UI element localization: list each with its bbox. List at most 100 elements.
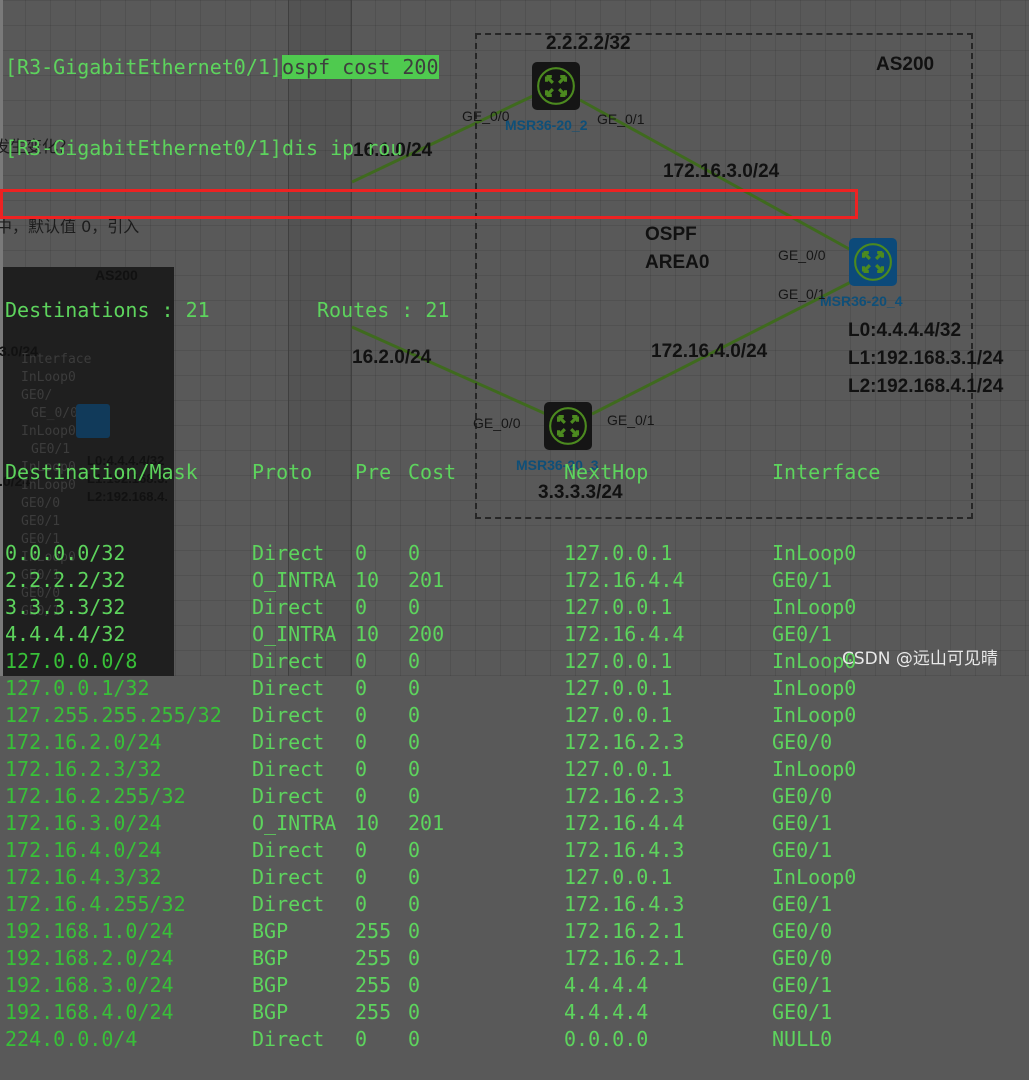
command-line: [R3-GigabitEthernet0/1]ospf cost 200 (5, 54, 439, 81)
cell-destination: 172.16.2.0/24 (5, 730, 162, 754)
cell-cost: 0 (408, 784, 421, 808)
port-label: GE_0/1 (607, 412, 655, 428)
command-line: [R3-GigabitEthernet0/1]dis ip rou (5, 135, 439, 162)
cell-interface: GE0/1 (772, 568, 833, 592)
cell-nexthop: 172.16.2.1 (564, 919, 685, 943)
port-label: GE_0/0 (473, 415, 521, 431)
cell-proto: O_INTRA (252, 568, 337, 592)
table-row: 3.3.3.3/32 Direct 0 0 127.0.0.1 InLoop0 (5, 594, 856, 621)
cell-destination: 172.16.4.3/32 (5, 865, 162, 889)
port-label: GE_0/1 (597, 111, 645, 127)
cell-interface: InLoop0 (772, 676, 857, 700)
cell-cost: 0 (408, 892, 421, 916)
cli-command: dis ip rou (281, 136, 403, 160)
port-label: GE_0/0 (462, 108, 510, 124)
cell-destination: 192.168.1.0/24 (5, 919, 174, 943)
cell-nexthop: 127.0.0.1 (564, 865, 673, 889)
as-label: AS200 (876, 54, 935, 75)
cell-pre: 255 (355, 919, 392, 943)
table-row: 224.0.0.0/4 Direct 0 0 0.0.0.0 NULL0 (5, 1026, 832, 1053)
cell-cost: 0 (408, 973, 421, 997)
port-label: GE_0/0 (778, 247, 826, 263)
cell-interface: GE0/1 (772, 1000, 833, 1024)
cell-destination: 127.0.0.0/8 (5, 649, 138, 673)
cell-proto: Direct (252, 1027, 325, 1051)
cell-interface: InLoop0 (772, 703, 857, 727)
table-row: 192.168.4.0/24 BGP 255 0 4.4.4.4 GE0/1 (5, 999, 832, 1026)
cell-destination: 172.16.4.255/32 (5, 892, 186, 916)
router-msr36-20-2[interactable] (532, 62, 580, 110)
cell-pre: 0 (355, 892, 368, 916)
terminal-output: [R3-GigabitEthernet0/1]ospf cost 200 [R3… (5, 0, 880, 1080)
cell-proto: Direct (252, 676, 325, 700)
cell-destination: 192.168.4.0/24 (5, 1000, 174, 1024)
cell-cost: 0 (408, 838, 421, 862)
table-row-highlighted: 2.2.2.2/32 O_INTRA 10 201 172.16.4.4 GE0/1 (5, 567, 832, 594)
cell-nexthop: 127.0.0.1 (564, 703, 673, 727)
cell-nexthop: 172.16.2.1 (564, 946, 685, 970)
table-row: 0.0.0.0/32 Direct 0 0 127.0.0.1 InLoop0 (5, 540, 856, 567)
cell-cost: 0 (408, 730, 421, 754)
cell-nexthop: 172.16.4.4 (564, 568, 685, 592)
highlight-box (0, 189, 858, 219)
cell-destination: 0.0.0.0/32 (5, 541, 126, 565)
router-msr36-20-4[interactable] (849, 238, 897, 286)
cell-cost: 0 (408, 649, 421, 673)
cell-nexthop: 172.16.2.3 (564, 784, 685, 808)
table-row: 192.168.2.0/24 BGP 255 0 172.16.2.1 GE0/0 (5, 945, 832, 972)
ospf-area-label: AREA0 (645, 252, 710, 273)
cell-cost: 0 (408, 1027, 421, 1051)
cell-cost: 0 (408, 703, 421, 727)
table-row: 172.16.2.3/32 Direct 0 0 127.0.0.1 InLoop0 (5, 756, 856, 783)
table-row: 4.4.4.4/32 O_INTRA 10 200 172.16.4.4 GE0/1 (5, 621, 832, 648)
cli-prompt: [R3-GigabitEthernet0/1] (5, 136, 282, 160)
cell-proto: Direct (252, 595, 325, 619)
cell-pre: 0 (355, 676, 368, 700)
cell-pre: 0 (355, 730, 368, 754)
router-icon (854, 243, 892, 281)
cell-interface: GE0/0 (772, 919, 833, 943)
cell-pre: 255 (355, 1000, 392, 1024)
cell-proto: BGP (252, 1000, 289, 1024)
table-row: 172.16.2.255/32 Direct 0 0 172.16.2.3 GE0/0 (5, 783, 832, 810)
cell-proto: BGP (252, 973, 289, 997)
cell-proto: BGP (252, 946, 289, 970)
cell-proto: Direct (252, 865, 325, 889)
routes-count: Routes : 21 (317, 298, 450, 322)
cli-prompt: [R3-GigabitEthernet0/1] (5, 55, 282, 79)
cell-pre: 0 (355, 757, 368, 781)
cell-nexthop: 172.16.2.3 (564, 730, 685, 754)
cell-proto: Direct (252, 730, 325, 754)
router-loopback-label: L1:192.168.3.1/24 (848, 348, 1004, 369)
col-proto: Proto (252, 460, 313, 484)
cell-destination: 192.168.2.0/24 (5, 946, 174, 970)
cell-interface: GE0/0 (772, 946, 833, 970)
cell-destination: 2.2.2.2/32 (5, 568, 126, 592)
router-loopback-label: L0:4.4.4.4/32 (848, 320, 962, 341)
cell-cost: 0 (408, 541, 421, 565)
cell-interface: InLoop0 (772, 541, 857, 565)
cell-nexthop: 172.16.4.3 (564, 838, 685, 862)
table-row: 172.16.4.0/24 Direct 0 0 172.16.4.3 GE0/1 (5, 837, 832, 864)
cell-interface: InLoop0 (772, 595, 857, 619)
router-name: MSR36-20_2 (505, 117, 588, 133)
col-cost: Cost (408, 460, 457, 484)
router-msr36-20-3[interactable] (544, 402, 592, 450)
cell-proto: Direct (252, 892, 325, 916)
cell-proto: Direct (252, 649, 325, 673)
table-row: 172.16.2.0/24 Direct 0 0 172.16.2.3 GE0/0 (5, 729, 832, 756)
router-loopback-label: L2:192.168.4.1/24 (848, 376, 1004, 397)
cell-nexthop: 0.0.0.0 (564, 1027, 649, 1051)
table-row: 172.16.4.3/32 Direct 0 0 127.0.0.1 InLoop0 (5, 864, 856, 891)
cell-destination: 224.0.0.0/4 (5, 1027, 138, 1051)
col-interface: Interface (772, 460, 881, 484)
cell-pre: 10 (355, 811, 380, 835)
cell-interface: GE0/0 (772, 730, 833, 754)
cell-proto: Direct (252, 757, 325, 781)
cell-interface: InLoop0 (772, 757, 857, 781)
cell-nexthop: 172.16.4.3 (564, 892, 685, 916)
destinations-count: Destinations : 21 (5, 298, 210, 322)
cell-destination: 172.16.3.0/24 (5, 811, 162, 835)
cell-cost: 0 (408, 919, 421, 943)
cli-command-highlighted: ospf cost 200 (281, 55, 439, 79)
